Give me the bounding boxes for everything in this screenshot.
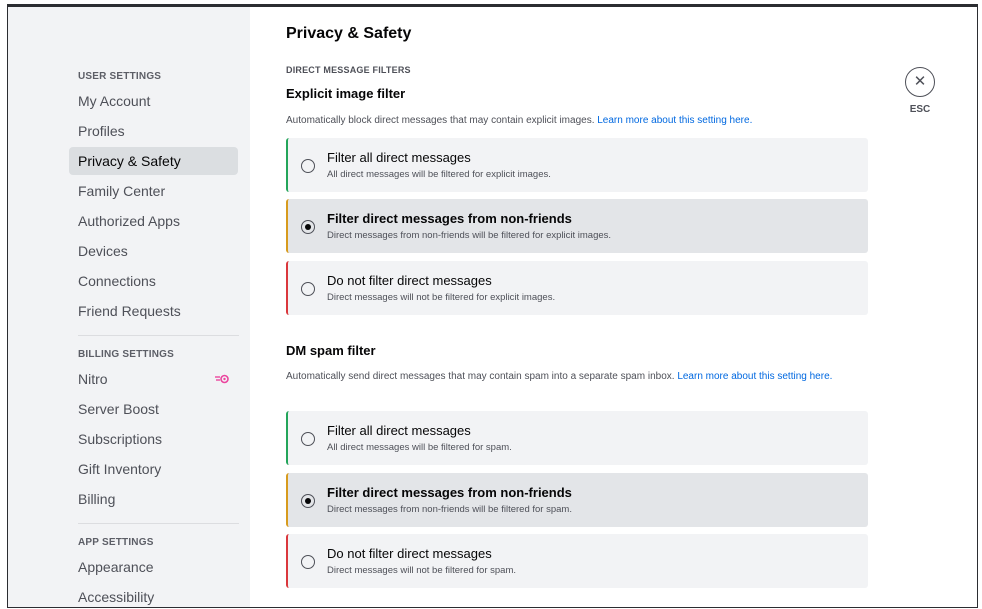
sidebar-item-connections[interactable]: Connections xyxy=(69,267,238,295)
sidebar-divider xyxy=(78,523,239,524)
sidebar-item-appearance[interactable]: Appearance xyxy=(69,553,238,581)
sidebar-header-user-settings: USER SETTINGS xyxy=(78,71,162,82)
spam-filter-desc-text: Automatically send direct messages that … xyxy=(286,371,675,382)
page-title: Privacy & Safety xyxy=(286,25,412,42)
close-settings-button[interactable]: ✕ ESC xyxy=(902,67,938,115)
spam-filter-title: DM spam filter xyxy=(286,343,376,358)
radio-button[interactable] xyxy=(301,282,315,296)
explicit-option-filter-non-friends[interactable]: Filter direct messages from non-friends … xyxy=(286,199,868,253)
option-title: Filter direct messages from non-friends xyxy=(327,485,572,500)
sidebar-item-profiles[interactable]: Profiles xyxy=(69,117,238,145)
sidebar-item-family-center[interactable]: Family Center xyxy=(69,177,238,205)
sidebar-item-subscriptions[interactable]: Subscriptions xyxy=(69,425,238,453)
sidebar-item-label: Nitro xyxy=(78,371,108,387)
sidebar-item-accessibility[interactable]: Accessibility xyxy=(69,583,238,607)
nitro-icon xyxy=(215,365,229,393)
section-label-dm-filters: DIRECT MESSAGE FILTERS xyxy=(286,65,411,75)
radio-button[interactable] xyxy=(301,432,315,446)
option-title: Filter all direct messages xyxy=(327,423,471,438)
option-description: Direct messages will not be filtered for… xyxy=(327,292,556,303)
settings-window: USER SETTINGS My Account Profiles Privac… xyxy=(7,4,978,608)
explicit-option-filter-all[interactable]: Filter all direct messages All direct me… xyxy=(286,138,868,192)
sidebar-header-app-settings: APP SETTINGS xyxy=(78,537,154,548)
sidebar-item-authorized-apps[interactable]: Authorized Apps xyxy=(69,207,238,235)
explicit-filter-title: Explicit image filter xyxy=(286,86,406,101)
sidebar-item-gift-inventory[interactable]: Gift Inventory xyxy=(69,455,238,483)
sidebar-item-devices[interactable]: Devices xyxy=(69,237,238,265)
spam-option-no-filter[interactable]: Do not filter direct messages Direct mes… xyxy=(286,534,868,588)
option-title: Do not filter direct messages xyxy=(327,546,492,561)
explicit-filter-desc-text: Automatically block direct messages that… xyxy=(286,115,595,126)
option-title: Filter direct messages from non-friends xyxy=(327,211,572,226)
spam-learn-more-link[interactable]: Learn more about this setting here. xyxy=(677,371,832,382)
sidebar-item-my-account[interactable]: My Account xyxy=(69,87,238,115)
esc-label: ESC xyxy=(909,104,931,115)
explicit-learn-more-link[interactable]: Learn more about this setting here. xyxy=(597,115,752,126)
sidebar-divider xyxy=(78,335,239,336)
sidebar-item-nitro[interactable]: Nitro xyxy=(69,365,238,393)
spam-option-filter-non-friends[interactable]: Filter direct messages from non-friends … xyxy=(286,473,868,527)
explicit-filter-description: Automatically block direct messages that… xyxy=(286,113,871,128)
close-icon[interactable]: ✕ xyxy=(905,67,935,97)
radio-button[interactable] xyxy=(301,159,315,173)
option-description: All direct messages will be filtered for… xyxy=(327,169,551,180)
radio-button-selected[interactable] xyxy=(301,494,315,508)
spam-option-filter-all[interactable]: Filter all direct messages All direct me… xyxy=(286,411,868,465)
radio-button[interactable] xyxy=(301,555,315,569)
sidebar-item-billing[interactable]: Billing xyxy=(69,485,238,513)
option-description: Direct messages will not be filtered for… xyxy=(327,565,517,576)
option-title: Do not filter direct messages xyxy=(327,273,492,288)
option-description: Direct messages from non-friends will be… xyxy=(327,230,612,241)
sidebar-item-privacy-safety[interactable]: Privacy & Safety xyxy=(69,147,238,175)
sidebar-item-friend-requests[interactable]: Friend Requests xyxy=(69,297,238,325)
settings-sidebar: USER SETTINGS My Account Profiles Privac… xyxy=(8,7,250,607)
option-title: Filter all direct messages xyxy=(327,150,471,165)
sidebar-item-server-boost[interactable]: Server Boost xyxy=(69,395,238,423)
sidebar-header-billing-settings: BILLING SETTINGS xyxy=(78,349,174,360)
radio-button-selected[interactable] xyxy=(301,220,315,234)
option-description: All direct messages will be filtered for… xyxy=(327,442,512,453)
option-description: Direct messages from non-friends will be… xyxy=(327,504,572,515)
explicit-option-no-filter[interactable]: Do not filter direct messages Direct mes… xyxy=(286,261,868,315)
spam-filter-description: Automatically send direct messages that … xyxy=(286,369,871,384)
